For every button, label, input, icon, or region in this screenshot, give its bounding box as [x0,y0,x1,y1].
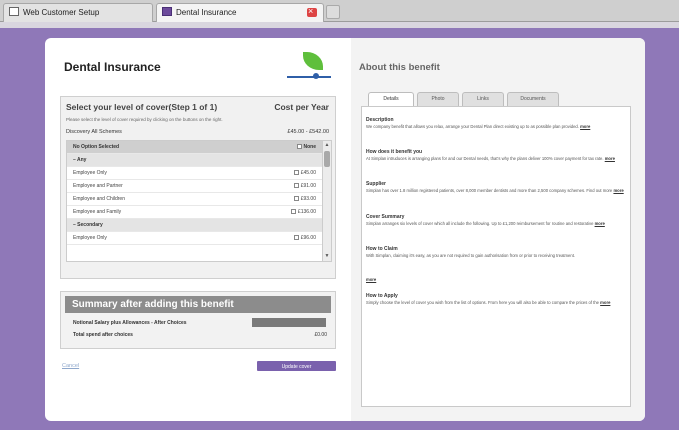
group-label: Secondary [77,222,103,228]
browser-tab-customer-setup[interactable]: Web Customer Setup [3,3,153,22]
summary-heading: Summary after adding this benefit [65,296,331,313]
more-link[interactable]: more [605,156,615,161]
option-label: Employee Only [73,170,107,176]
spend-label: Total spend after choices [73,332,133,338]
logo-dot [313,73,319,79]
option-label: Employee Only [73,235,107,241]
option-radio[interactable] [293,235,299,241]
section-text: At Simplan intruduces is arranging plans… [366,156,615,161]
option-row[interactable]: Employee and Family £136.00 [67,206,322,219]
section-text: Simplan has over 1.8 million registered … [366,188,624,193]
section-title: Description [366,117,394,123]
scroll-down-icon[interactable]: ▼ [323,253,331,260]
tab-documents[interactable]: Documents [507,92,559,106]
leaf-icon [303,52,323,70]
option-label: Employee and Children [73,196,125,202]
more-link[interactable]: more [613,188,623,193]
option-label: Employee and Family [73,209,122,215]
tab-label: Web Customer Setup [23,8,100,17]
option-radio[interactable] [296,144,302,150]
tab-details[interactable]: Details [368,92,414,106]
option-price: None [296,141,316,154]
option-radio[interactable] [290,209,296,215]
option-row[interactable]: Employee Only £96.00 [67,232,322,245]
option-row[interactable]: Employee and Partner £91.00 [67,180,322,193]
option-price: £136.00 [290,206,316,219]
details-content: Description We company benefit that allo… [361,106,631,407]
tab-links[interactable]: Links [462,92,504,106]
group-label: Any [76,157,87,163]
option-radio[interactable] [293,183,299,189]
page-title: Dental Insurance [64,60,161,74]
salary-value-bar [252,318,326,327]
option-price: £93.00 [293,193,316,206]
section-title: How to Claim [366,246,398,252]
section-text: Simply choose the level of cover you wis… [366,300,611,305]
cover-options-list[interactable]: No Option Selected None – Any Employee O… [66,140,332,262]
cancel-link[interactable]: Cancel [62,363,79,369]
site-icon [162,7,172,16]
scheme-name: Discovery All Schemes [66,129,122,135]
section-title: How to Apply [366,293,398,299]
option-row[interactable]: Employee and Children £93.00 [67,193,322,206]
option-label: Employee and Partner [73,183,123,189]
more-link[interactable]: more [595,221,605,226]
selection-heading: Select your level of cover(Step 1 of 1) [66,102,218,112]
new-tab-button[interactable] [326,5,340,19]
section-text: Simplan arranges six levels of cover whi… [366,221,605,226]
spend-value: £0.00 [314,332,327,338]
company-logo [283,52,339,86]
summary-panel: Summary after adding this benefit Notion… [60,291,336,349]
benefit-card: Dental Insurance Select your level of co… [45,38,645,421]
browser-toolbar-edge [0,22,679,28]
scrollbar-thumb[interactable] [324,151,330,167]
option-radio[interactable] [293,196,299,202]
option-radio[interactable] [293,170,299,176]
tab-label: Dental Insurance [176,8,237,17]
section-title: How does it benefit you [366,149,423,155]
scroll-up-icon[interactable]: ▲ [323,142,331,149]
option-label: No Option Selected [73,144,120,150]
more-link[interactable]: more [580,124,590,129]
selection-instructions: Please select the level of cover require… [66,117,223,122]
more-link[interactable]: more [366,277,376,282]
option-row[interactable]: Employee Only £45.00 [67,167,322,180]
update-cover-button[interactable]: Update cover [257,361,336,371]
tab-photo[interactable]: Photo [417,92,459,106]
about-title: About this benefit [359,62,440,73]
section-text: With Simplan, claiming it's easy, as you… [366,253,576,258]
group-header-any: – Any [67,154,322,167]
cost-heading: Cost per Year [274,102,329,112]
cover-selection-panel: Select your level of cover(Step 1 of 1) … [60,96,336,279]
browser-tab-dental-insurance[interactable]: Dental Insurance [156,3,324,22]
group-header-secondary: – Secondary [67,219,322,232]
option-row-none[interactable]: No Option Selected None [67,141,322,154]
about-benefit-panel: About this benefit Details Photo Links D… [351,38,645,421]
logo-swoosh [287,76,331,78]
option-price: £45.00 [293,167,316,180]
section-text: We company benefit that allows you relax… [366,124,591,129]
price-range: £45.00 - £542.00 [287,129,329,135]
section-text: more [366,277,624,282]
more-link[interactable]: more [600,300,610,305]
left-column: Dental Insurance Select your level of co… [60,52,336,412]
salary-label: Notional Salary plus Allowances - After … [73,320,187,326]
close-tab-icon[interactable] [307,4,317,20]
section-title: Supplier [366,181,387,187]
browser-tab-bar: Web Customer Setup Dental Insurance [0,0,679,22]
section-title: Cover Summary [366,214,405,220]
options-scrollbar[interactable]: ▲ ▼ [322,141,331,261]
page-icon [9,7,19,16]
option-price: £91.00 [293,180,316,193]
option-price: £96.00 [293,232,316,245]
